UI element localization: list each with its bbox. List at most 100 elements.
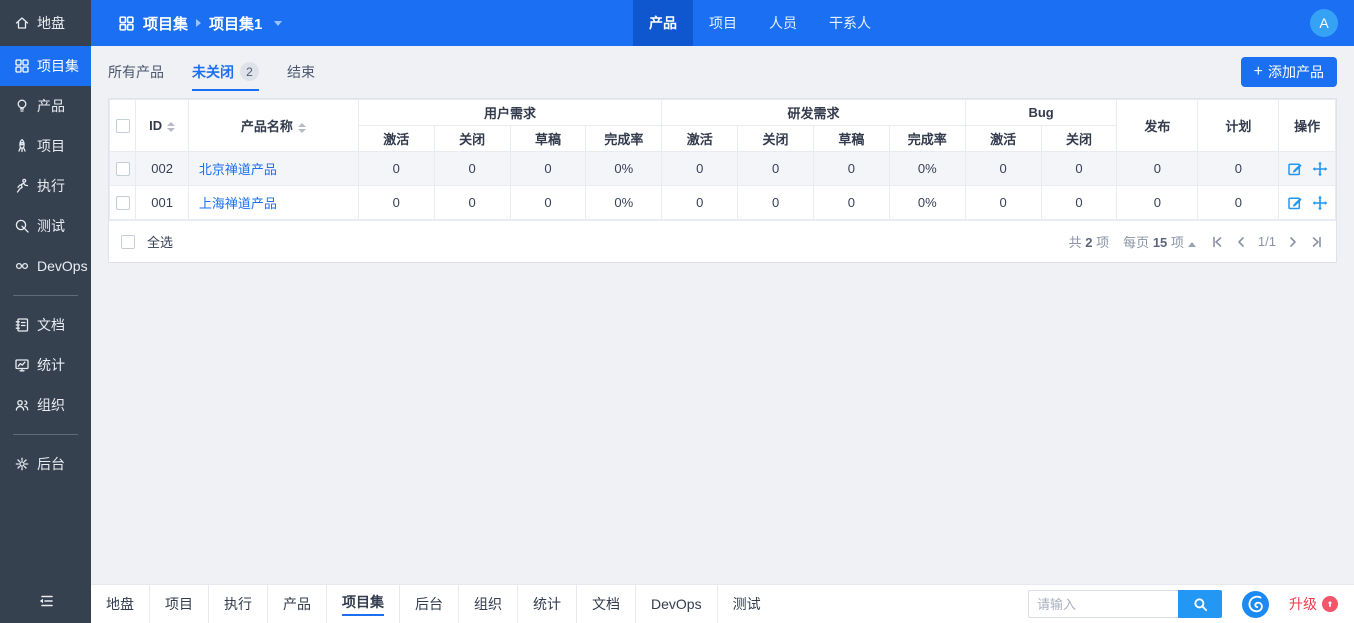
select-all-checkbox[interactable] xyxy=(121,234,135,249)
column-header-name[interactable]: 产品名称 xyxy=(187,99,359,152)
bottom-nav-label: 执行 xyxy=(224,596,252,612)
sidebar-item-devops[interactable]: DevOps xyxy=(0,246,91,286)
row-name-cell: 北京禅道产品 xyxy=(187,151,359,186)
sidebar-item-program[interactable]: 项目集 xyxy=(0,46,91,86)
move-icon[interactable] xyxy=(1312,195,1328,211)
zentao-logo[interactable] xyxy=(1242,590,1269,618)
bottom-nav-program[interactable]: 项目集 xyxy=(327,585,400,623)
bottom-nav-stats[interactable]: 统计 xyxy=(518,585,577,623)
top-tab-project[interactable]: 项目 xyxy=(693,0,753,46)
breadcrumb: 项目集 项目集1 xyxy=(91,13,283,34)
breadcrumb-root[interactable]: 项目集 xyxy=(143,13,188,34)
sidebar-item-label: 地盘 xyxy=(37,15,65,31)
sidebar-item-product[interactable]: 产品 xyxy=(0,86,91,126)
collapse-menu-icon xyxy=(39,595,53,607)
cell-value: 0% xyxy=(585,185,663,220)
cell-value: 0% xyxy=(888,151,966,186)
sidebar-item-stats[interactable]: 统计 xyxy=(0,345,91,385)
edit-icon[interactable] xyxy=(1287,161,1303,177)
column-label: 发布 xyxy=(1144,119,1171,134)
total-count: 共 2 项 xyxy=(1068,235,1110,250)
subcol-draft: 草稿 xyxy=(812,125,890,152)
cell-value: 0 xyxy=(1197,185,1280,220)
column-header-id[interactable]: ID xyxy=(135,99,189,152)
search-group xyxy=(1028,590,1222,618)
select-all-checkbox[interactable] xyxy=(115,119,130,134)
sidebar-item-label: 文档 xyxy=(37,317,65,333)
product-table: ID 产品名称 用户需求 研发需求 Bug 发布 计划 操作 激活 关闭 草稿 … xyxy=(108,99,1336,220)
bottom-nav-product[interactable]: 产品 xyxy=(268,585,327,623)
bottom-nav-org[interactable]: 组织 xyxy=(459,585,518,623)
tab-label: 所有产品 xyxy=(108,63,164,80)
sidebar-item-doc[interactable]: 文档 xyxy=(0,305,91,345)
sidebar-item-label: 执行 xyxy=(37,178,65,194)
first-page-button[interactable] xyxy=(1210,235,1224,249)
bottom-nav-label: 地盘 xyxy=(106,596,134,612)
group-header-bug: Bug xyxy=(964,99,1118,126)
row-checkbox[interactable] xyxy=(115,196,130,211)
bottom-nav-devops[interactable]: DevOps xyxy=(636,585,718,623)
row-checkbox-cell xyxy=(108,185,137,220)
top-tab-product[interactable]: 产品 xyxy=(633,0,693,46)
subcol-complete-rate: 完成率 xyxy=(585,125,663,152)
cell-value: 0 xyxy=(1040,151,1118,186)
edit-icon[interactable] xyxy=(1287,195,1303,211)
sidebar-collapse-button[interactable] xyxy=(0,581,91,621)
sidebar-item-admin[interactable]: 后台 xyxy=(0,444,91,484)
cell-value: 0 xyxy=(357,151,435,186)
top-tab-personnel[interactable]: 人员 xyxy=(753,0,813,46)
sort-icon[interactable] xyxy=(297,122,306,133)
sort-icon[interactable] xyxy=(167,121,176,132)
sidebar-item-project[interactable]: 项目 xyxy=(0,126,91,166)
sidebar-item-execution[interactable]: 执行 xyxy=(0,166,91,206)
per-page-select[interactable]: 每页 15 项 xyxy=(1123,232,1196,251)
top-tab-stakeholder[interactable]: 干系人 xyxy=(813,0,887,46)
breadcrumb-current[interactable]: 项目集1 xyxy=(209,13,262,34)
chevron-down-icon[interactable] xyxy=(274,20,283,26)
bottom-nav-admin[interactable]: 后台 xyxy=(400,585,459,623)
runner-icon xyxy=(13,178,30,195)
prev-page-button[interactable] xyxy=(1234,235,1248,249)
bottom-nav-test[interactable]: 测试 xyxy=(718,585,776,623)
table-row: 002 北京禅道产品 0 0 0 0% 0 0 0 0% 0 0 0 0 xyxy=(108,151,1336,186)
bottom-nav-dashboard[interactable]: 地盘 xyxy=(91,585,150,623)
bottom-bar: 地盘 项目 执行 产品 项目集 后台 组织 统计 文档 DevOps 测试 请输… xyxy=(91,584,1354,623)
add-product-button[interactable]: + 添加产品 xyxy=(1240,57,1337,87)
row-checkbox[interactable] xyxy=(115,162,130,177)
product-table-container: ID 产品名称 用户需求 研发需求 Bug 发布 计划 操作 激活 关闭 草稿 … xyxy=(108,98,1337,263)
last-page-button[interactable] xyxy=(1310,235,1324,249)
bottom-nav-doc[interactable]: 文档 xyxy=(577,585,636,623)
plus-icon: + xyxy=(1253,63,1263,80)
tab-all-products[interactable]: 所有产品 xyxy=(108,54,164,91)
cell-value: 0% xyxy=(585,151,663,186)
search-button[interactable] xyxy=(1178,590,1222,618)
search-input[interactable] xyxy=(1028,590,1178,618)
subcol-closed: 关闭 xyxy=(433,125,511,152)
product-link[interactable]: 北京禅道产品 xyxy=(199,162,277,177)
sidebar-divider xyxy=(13,295,78,296)
product-link[interactable]: 上海禅道产品 xyxy=(199,196,277,211)
bottom-nav-project[interactable]: 项目 xyxy=(150,585,209,623)
move-icon[interactable] xyxy=(1312,161,1328,177)
group-header-dev-stories: 研发需求 xyxy=(661,99,966,126)
cell-value: 0 xyxy=(812,151,890,186)
subcol-draft: 草稿 xyxy=(509,125,587,152)
column-label: 操作 xyxy=(1294,119,1321,134)
grid-icon xyxy=(13,58,30,75)
sidebar-item-dashboard[interactable]: 地盘 xyxy=(0,0,91,46)
next-page-button[interactable] xyxy=(1286,235,1300,249)
tab-closed[interactable]: 结束 xyxy=(287,54,315,91)
bottom-nav-execution[interactable]: 执行 xyxy=(209,585,268,623)
sidebar-item-org[interactable]: 组织 xyxy=(0,385,91,425)
avatar[interactable]: A xyxy=(1310,9,1338,37)
column-header-release: 发布 xyxy=(1116,99,1199,152)
sidebar-item-label: 测试 xyxy=(37,218,65,234)
sidebar-item-test[interactable]: 测试 xyxy=(0,206,91,246)
cell-value: 0 xyxy=(509,185,587,220)
column-label: 激活 xyxy=(383,132,410,147)
upgrade-link[interactable]: 升级 xyxy=(1289,594,1338,614)
tab-unclosed[interactable]: 未关闭 2 xyxy=(192,54,259,91)
tab-label: 未关闭 xyxy=(192,63,234,80)
select-all-label: 全选 xyxy=(147,235,174,250)
main-area: 项目集 项目集1 产品 项目 人员 干系人 A 所有产品 未关闭 2 结束 + … xyxy=(91,0,1354,623)
